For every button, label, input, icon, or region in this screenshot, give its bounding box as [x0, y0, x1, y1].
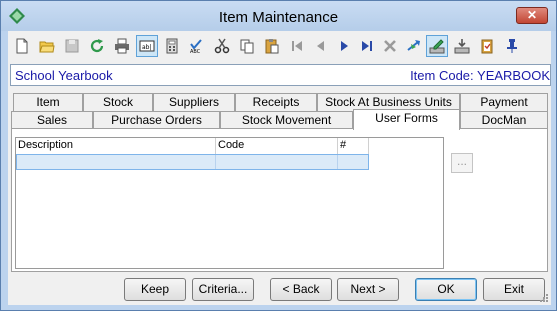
button-bar: Keep Criteria... < Back Next > OK Exit — [8, 275, 551, 305]
tab-docman[interactable]: DocMan — [460, 111, 548, 129]
ellipsis-button[interactable]: ... — [451, 153, 473, 173]
table-row[interactable] — [16, 154, 369, 170]
tab-receipts[interactable]: Receipts — [235, 93, 317, 111]
criteria-button[interactable]: Criteria... — [192, 278, 254, 301]
tab-stock-movement[interactable]: Stock Movement — [220, 111, 353, 129]
window-title: Item Maintenance — [218, 9, 339, 26]
back-button[interactable]: < Back — [270, 278, 332, 301]
item-code-label: Item Code: YEARBOOK — [410, 68, 550, 83]
tab-stock[interactable]: Stock — [83, 93, 153, 111]
user-forms-grid[interactable]: Description Code # — [15, 137, 444, 269]
tab-suppliers[interactable]: Suppliers — [153, 93, 235, 111]
tab-item[interactable]: Item — [13, 93, 83, 111]
tab-purchase-orders[interactable]: Purchase Orders — [93, 111, 220, 129]
tab-sales[interactable]: Sales — [11, 111, 93, 129]
user-forms-panel: Description Code # ... — [11, 128, 548, 272]
text-field-icon[interactable]: ab| — [136, 35, 158, 57]
spell-check-icon[interactable]: ABC — [186, 35, 208, 57]
cut-icon[interactable] — [211, 35, 233, 57]
title-bar[interactable]: Item Maintenance ✕ — [1, 1, 556, 31]
client-area: ab| ABC School Yearbook Item Code: YEARB… — [8, 31, 551, 305]
ok-button[interactable]: OK — [415, 278, 477, 301]
svg-text:ab|: ab| — [142, 44, 152, 51]
toolbar: ab| ABC — [8, 31, 551, 61]
close-button[interactable]: ✕ — [516, 7, 548, 24]
previous-record-icon[interactable] — [310, 35, 332, 57]
cell-number[interactable] — [338, 155, 368, 169]
column-header-code[interactable]: Code — [216, 138, 338, 154]
paste-icon[interactable] — [261, 35, 283, 57]
next-button[interactable]: Next > — [337, 278, 399, 301]
exit-button[interactable]: Exit — [483, 278, 545, 301]
delete-icon[interactable] — [379, 35, 401, 57]
item-maintenance-window: Item Maintenance ✕ ab| ABC School Yearbo… — [0, 0, 557, 311]
print-icon[interactable] — [111, 35, 133, 57]
column-header-number[interactable]: # — [338, 138, 369, 154]
calculator-icon[interactable] — [161, 35, 183, 57]
column-header-description[interactable]: Description — [16, 138, 216, 154]
svg-text:ABC: ABC — [190, 49, 201, 54]
flag-arrow-icon[interactable] — [403, 35, 425, 57]
refresh-icon[interactable] — [86, 35, 108, 57]
pin-icon[interactable] — [501, 35, 523, 57]
last-record-icon[interactable] — [356, 35, 378, 57]
new-document-icon[interactable] — [11, 35, 33, 57]
first-record-icon[interactable] — [286, 35, 308, 57]
open-folder-icon[interactable] — [36, 35, 58, 57]
keep-button[interactable]: Keep — [124, 278, 186, 301]
grid-header: Description Code # — [16, 138, 369, 154]
cell-description[interactable] — [17, 155, 216, 169]
item-name-label: School Yearbook — [15, 68, 113, 83]
download-tray-icon[interactable] — [451, 35, 473, 57]
tab-payment[interactable]: Payment — [460, 93, 548, 111]
edit-tray-icon[interactable] — [426, 35, 448, 57]
cell-code[interactable] — [216, 155, 338, 169]
tab-user-forms[interactable]: User Forms — [353, 109, 460, 130]
copy-icon[interactable] — [236, 35, 258, 57]
item-info-bar: School Yearbook Item Code: YEARBOOK — [10, 64, 551, 86]
clipboard-check-icon[interactable] — [476, 35, 498, 57]
resize-grip-icon[interactable] — [539, 293, 549, 303]
save-icon[interactable] — [61, 35, 83, 57]
next-record-icon[interactable] — [333, 35, 355, 57]
